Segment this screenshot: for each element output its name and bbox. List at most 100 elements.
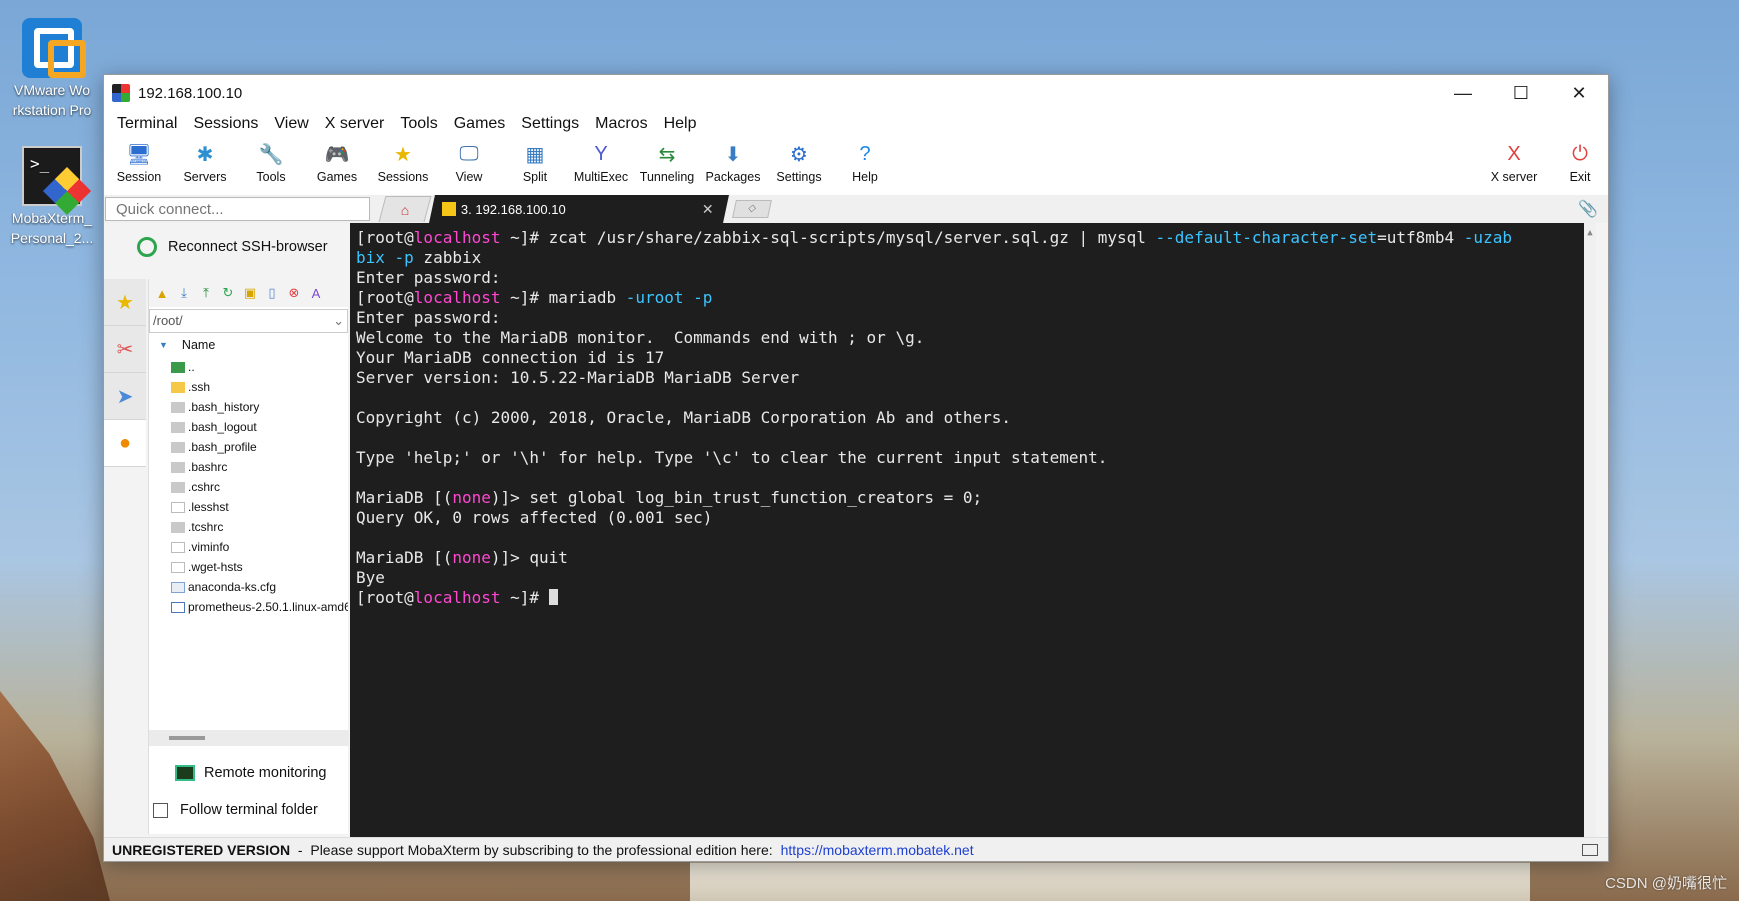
toolbar-x-server-button[interactable]: X X server	[1481, 137, 1547, 193]
toolbar-view-button[interactable]: 🖵 View	[436, 137, 502, 193]
star-icon: ★	[116, 291, 134, 314]
file-list-item[interactable]: .bash_profile	[149, 437, 348, 457]
file-list-item[interactable]: .viminfo	[149, 537, 348, 557]
terminal-text: ~]# mariadb	[500, 288, 626, 307]
menu-item-macros[interactable]: Macros	[587, 115, 655, 133]
terminal-scrollbar[interactable]: ▲	[1584, 223, 1596, 837]
menu-item-x-server[interactable]: X server	[317, 115, 393, 133]
menu-item-sessions[interactable]: Sessions	[185, 115, 266, 133]
mobatek-link[interactable]: https://mobaxterm.mobatek.net	[781, 842, 974, 858]
file-list-item[interactable]: anaconda-ks.cfg	[149, 577, 348, 597]
menu-item-help[interactable]: Help	[656, 115, 705, 133]
desktop-icon-vmware[interactable]: VMware Wo rkstation Pro	[2, 18, 102, 120]
horizontal-scrollbar[interactable]	[149, 730, 349, 746]
send-icon: ➤	[116, 385, 134, 408]
follow-terminal-folder[interactable]: Follow terminal folder	[149, 798, 349, 822]
tab-label: 3. 192.168.100.10	[461, 201, 566, 217]
parent-dir-icon	[171, 361, 185, 373]
tab-session-3[interactable]: 3. 192.168.100.10 ✕	[429, 195, 729, 223]
toolbar-session-button[interactable]: 🖥 Session	[106, 137, 172, 193]
sidebar-tab-tools[interactable]: ✂	[104, 326, 146, 373]
parent-folder-icon[interactable]: ▲	[153, 284, 171, 302]
new-tab-button[interactable]: ◇	[732, 200, 772, 218]
file-list-item[interactable]: .ssh	[149, 377, 348, 397]
file-name: .bashrc	[188, 460, 228, 474]
rename-icon[interactable]: A	[307, 284, 325, 302]
terminal-line: MariaDB [(none)]> set global log_bin_tru…	[356, 488, 1590, 508]
file-icon	[171, 441, 185, 453]
refresh-icon[interactable]: ↻	[219, 284, 237, 302]
toolbar-split-button[interactable]: ▦ Split	[502, 137, 568, 193]
name-column-header[interactable]: ▼ Name	[149, 333, 348, 357]
games-icon: 🎮	[324, 143, 350, 166]
file-name: ..	[188, 360, 195, 374]
app-icon	[112, 84, 130, 102]
new-file-icon[interactable]: ▯	[263, 284, 281, 302]
file-list-item[interactable]: .lesshst	[149, 497, 348, 517]
path-value: /root/	[153, 313, 183, 328]
toolbar-packages-button[interactable]: ⬇ Packages	[700, 137, 766, 193]
file-list-item[interactable]: .bash_history	[149, 397, 348, 417]
sidebar-tab-sftp[interactable]: ●	[104, 420, 146, 467]
toolbar-button-label: Packages	[705, 170, 761, 184]
reconnect-ssh-browser-button[interactable]: Reconnect SSH-browser	[104, 223, 350, 271]
remote-monitoring-button[interactable]: Remote monitoring	[149, 758, 349, 788]
toolbar-exit-button[interactable]: ⏻ Exit	[1547, 137, 1613, 193]
terminal-text: MariaDB [(	[356, 488, 453, 507]
file-list-item[interactable]: .wget-hsts	[149, 557, 348, 577]
close-button[interactable]: ✕	[1550, 75, 1608, 111]
file-list-item[interactable]: .cshrc	[149, 477, 348, 497]
toolbar-button-label: Tunneling	[639, 170, 695, 184]
terminal[interactable]: [root@localhost ~]# zcat /usr/share/zabb…	[350, 223, 1596, 837]
sidebar-tab-sessions[interactable]: ★	[104, 279, 146, 326]
quick-connect-input[interactable]	[105, 197, 370, 221]
home-tab[interactable]: ⌂	[378, 196, 432, 222]
file-name: .wget-hsts	[188, 560, 243, 574]
toolbar-help-button[interactable]: ? Help	[832, 137, 898, 193]
menu-item-games[interactable]: Games	[446, 115, 514, 133]
toolbar-button-label: MultiExec	[573, 170, 629, 184]
toolbar-servers-button[interactable]: ✱ Servers	[172, 137, 238, 193]
sidebar-tab-macros[interactable]: ➤	[104, 373, 146, 420]
download-icon[interactable]: ⤓	[175, 284, 193, 302]
paperclip-icon[interactable]: 📎	[1578, 199, 1598, 219]
file-list-item[interactable]: ..	[149, 357, 348, 377]
title-bar[interactable]: 192.168.100.10 — ☐ ✕	[104, 75, 1608, 111]
file-icon	[171, 421, 185, 433]
toolbar-multiexec-button[interactable]: Y MultiExec	[568, 137, 634, 193]
toolbar-tools-button[interactable]: 🔧 Tools	[238, 137, 304, 193]
file-list-item[interactable]: .tcshrc	[149, 517, 348, 537]
toolbar-sessions-button[interactable]: ★ Sessions	[370, 137, 436, 193]
desktop-icon-mobaxterm[interactable]: >_ MobaXterm_ Personal_2...	[2, 146, 102, 248]
follow-terminal-folder-checkbox[interactable]	[153, 802, 168, 818]
toolbar-button-label: Exit	[1569, 170, 1591, 184]
maximize-button[interactable]: ☐	[1492, 75, 1550, 111]
file-list-item[interactable]: prometheus-2.50.1.linux-amd64	[149, 597, 348, 617]
path-field[interactable]: /root/ ⌄	[149, 309, 348, 333]
delete-icon[interactable]: ⊗	[285, 284, 303, 302]
tools-icon: ✂	[116, 338, 134, 361]
network-icon	[1582, 843, 1598, 856]
sftp-icon: ●	[118, 431, 132, 454]
upload-icon[interactable]: ⤒	[197, 284, 215, 302]
menu-item-view[interactable]: View	[266, 115, 316, 133]
menu-item-terminal[interactable]: Terminal	[109, 115, 185, 133]
minimize-button[interactable]: —	[1434, 75, 1492, 111]
file-list-item[interactable]: .bash_logout	[149, 417, 348, 437]
toolbar-games-button[interactable]: 🎮 Games	[304, 137, 370, 193]
terminal-line: Bye	[356, 568, 1590, 588]
menu-item-settings[interactable]: Settings	[513, 115, 587, 133]
desktop-icon-label: Personal_2...	[10, 230, 94, 246]
tab-close-icon[interactable]: ✕	[702, 201, 714, 218]
new-folder-icon[interactable]: ▣	[241, 284, 259, 302]
terminal-line: Type 'help;' or '\h' for help. Type '\c'…	[356, 448, 1590, 468]
toolbar-button-label: Session	[116, 170, 162, 184]
toolbar-tunneling-button[interactable]: ⇆ Tunneling	[634, 137, 700, 193]
menu-item-tools[interactable]: Tools	[392, 115, 445, 133]
file-icon	[171, 561, 185, 573]
scroll-up-icon[interactable]: ▲	[1584, 223, 1596, 243]
file-list-item[interactable]: .bashrc	[149, 457, 348, 477]
toolbar-settings-button[interactable]: ⚙ Settings	[766, 137, 832, 193]
file-icon	[171, 521, 185, 533]
